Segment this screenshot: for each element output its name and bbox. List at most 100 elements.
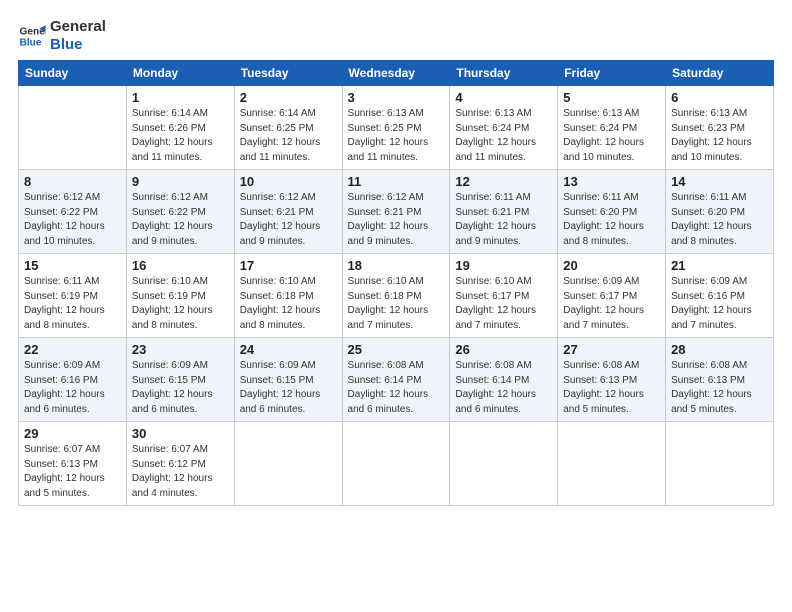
day-info: Sunrise: 6:12 AMSunset: 6:22 PMDaylight:… (132, 191, 229, 249)
weekday-monday: Monday (126, 61, 234, 86)
weekday-saturday: Saturday (666, 61, 774, 86)
calendar-cell: 23Sunrise: 6:09 AMSunset: 6:15 PMDayligh… (126, 338, 234, 422)
day-number: 19 (455, 258, 552, 273)
calendar-cell: 4 Sunrise: 6:13 AMSunset: 6:24 PMDaylight… (450, 86, 558, 170)
calendar-cell (19, 86, 127, 170)
day-info: Sunrise: 6:10 AMSunset: 6:19 PMDaylight:… (132, 275, 229, 333)
header: General Blue General Blue (18, 18, 774, 54)
day-number: 5 (563, 90, 660, 105)
day-number: 15 (24, 258, 121, 273)
weekday-sunday: Sunday (19, 61, 127, 86)
day-number: 4 (455, 90, 552, 105)
day-info: Sunrise: 6:11 AMSunset: 6:20 PMDaylight:… (563, 191, 660, 249)
day-info: Sunrise: 6:08 AMSunset: 6:13 PMDaylight:… (671, 359, 768, 417)
day-number: 16 (132, 258, 229, 273)
day-number: 25 (348, 342, 445, 357)
day-number: 2 (240, 90, 337, 105)
day-number: 10 (240, 174, 337, 189)
calendar-cell (666, 422, 774, 506)
day-number: 13 (563, 174, 660, 189)
day-number: 8 (24, 174, 121, 189)
day-number: 24 (240, 342, 337, 357)
day-info: Sunrise: 6:07 AMSunset: 6:13 PMDaylight:… (24, 443, 121, 501)
calendar-cell: 19 Sunrise: 6:10 AMSunset: 6:17 PMDayligh… (450, 254, 558, 338)
calendar-cell: 29 Sunrise: 6:07 AMSunset: 6:13 PMDayligh… (19, 422, 127, 506)
day-info: Sunrise: 6:13 AMSunset: 6:25 PMDaylight:… (348, 107, 445, 165)
day-info: Sunrise: 6:13 AMSunset: 6:24 PMDaylight:… (563, 107, 660, 165)
calendar-cell: 28 Sunrise: 6:08 AMSunset: 6:13 PMDayligh… (666, 338, 774, 422)
day-number: 26 (455, 342, 552, 357)
week-row-1: 1 Sunrise: 6:14 AMSunset: 6:26 PMDaylight… (19, 86, 774, 170)
day-info: Sunrise: 6:14 AMSunset: 6:25 PMDaylight:… (240, 107, 337, 165)
day-info: Sunrise: 6:09 AMSunset: 6:17 PMDaylight:… (563, 275, 660, 333)
day-info: Sunrise: 6:07 AMSunset: 6:12 PMDaylight:… (132, 443, 229, 501)
calendar-cell: 6 Sunrise: 6:13 AMSunset: 6:23 PMDaylight… (666, 86, 774, 170)
day-info: Sunrise: 6:14 AMSunset: 6:26 PMDaylight:… (132, 107, 229, 165)
svg-text:Blue: Blue (20, 37, 42, 48)
calendar-cell: 12Sunrise: 6:11 AMSunset: 6:21 PMDayligh… (450, 170, 558, 254)
calendar-cell (342, 422, 450, 506)
calendar-cell: 21 Sunrise: 6:09 AMSunset: 6:16 PMDayligh… (666, 254, 774, 338)
calendar-cell: 30Sunrise: 6:07 AMSunset: 6:12 PMDayligh… (126, 422, 234, 506)
calendar-cell: 27Sunrise: 6:08 AMSunset: 6:13 PMDayligh… (558, 338, 666, 422)
calendar-cell: 1 Sunrise: 6:14 AMSunset: 6:26 PMDaylight… (126, 86, 234, 170)
day-number: 12 (455, 174, 552, 189)
day-info: Sunrise: 6:12 AMSunset: 6:21 PMDaylight:… (240, 191, 337, 249)
calendar-cell: 14Sunrise: 6:11 AMSunset: 6:20 PMDayligh… (666, 170, 774, 254)
calendar-cell: 15 Sunrise: 6:11 AMSunset: 6:19 PMDayligh… (19, 254, 127, 338)
day-info: Sunrise: 6:09 AMSunset: 6:16 PMDaylight:… (671, 275, 768, 333)
weekday-header-row: SundayMondayTuesdayWednesdayThursdayFrid… (19, 61, 774, 86)
calendar-cell: 2 Sunrise: 6:14 AMSunset: 6:25 PMDaylight… (234, 86, 342, 170)
day-info: Sunrise: 6:08 AMSunset: 6:14 PMDaylight:… (455, 359, 552, 417)
calendar-cell: 16 Sunrise: 6:10 AMSunset: 6:19 PMDayligh… (126, 254, 234, 338)
day-info: Sunrise: 6:13 AMSunset: 6:23 PMDaylight:… (671, 107, 768, 165)
calendar-cell: 11Sunrise: 6:12 AMSunset: 6:21 PMDayligh… (342, 170, 450, 254)
week-row-3: 15 Sunrise: 6:11 AMSunset: 6:19 PMDayligh… (19, 254, 774, 338)
day-info: Sunrise: 6:12 AMSunset: 6:22 PMDaylight:… (24, 191, 121, 249)
day-number: 20 (563, 258, 660, 273)
calendar-cell: 26 Sunrise: 6:08 AMSunset: 6:14 PMDayligh… (450, 338, 558, 422)
day-number: 28 (671, 342, 768, 357)
calendar-cell (558, 422, 666, 506)
calendar-cell: 10 Sunrise: 6:12 AMSunset: 6:21 PMDayligh… (234, 170, 342, 254)
calendar-cell: 3 Sunrise: 6:13 AMSunset: 6:25 PMDaylight… (342, 86, 450, 170)
logo-line2: Blue (50, 36, 106, 54)
calendar-cell: 5 Sunrise: 6:13 AMSunset: 6:24 PMDaylight… (558, 86, 666, 170)
day-info: Sunrise: 6:10 AMSunset: 6:18 PMDaylight:… (240, 275, 337, 333)
weekday-wednesday: Wednesday (342, 61, 450, 86)
day-info: Sunrise: 6:09 AMSunset: 6:16 PMDaylight:… (24, 359, 121, 417)
calendar-cell (450, 422, 558, 506)
day-info: Sunrise: 6:11 AMSunset: 6:20 PMDaylight:… (671, 191, 768, 249)
calendar-cell (234, 422, 342, 506)
logo: General Blue General Blue (18, 18, 106, 54)
calendar-cell: 22Sunrise: 6:09 AMSunset: 6:16 PMDayligh… (19, 338, 127, 422)
day-number: 6 (671, 90, 768, 105)
day-info: Sunrise: 6:12 AMSunset: 6:21 PMDaylight:… (348, 191, 445, 249)
day-number: 27 (563, 342, 660, 357)
page-container: General Blue General Blue SundayMondayTu… (0, 0, 792, 516)
calendar-cell: 18 Sunrise: 6:10 AMSunset: 6:18 PMDayligh… (342, 254, 450, 338)
calendar-cell: 8 Sunrise: 6:12 AMSunset: 6:22 PMDaylight… (19, 170, 127, 254)
day-number: 18 (348, 258, 445, 273)
day-number: 3 (348, 90, 445, 105)
day-number: 29 (24, 426, 121, 441)
day-number: 21 (671, 258, 768, 273)
calendar-cell: 20 Sunrise: 6:09 AMSunset: 6:17 PMDayligh… (558, 254, 666, 338)
week-row-2: 8 Sunrise: 6:12 AMSunset: 6:22 PMDaylight… (19, 170, 774, 254)
day-info: Sunrise: 6:11 AMSunset: 6:19 PMDaylight:… (24, 275, 121, 333)
calendar-cell: 13 Sunrise: 6:11 AMSunset: 6:20 PMDayligh… (558, 170, 666, 254)
day-number: 1 (132, 90, 229, 105)
logo-icon: General Blue (18, 22, 46, 50)
day-info: Sunrise: 6:08 AMSunset: 6:14 PMDaylight:… (348, 359, 445, 417)
day-info: Sunrise: 6:13 AMSunset: 6:24 PMDaylight:… (455, 107, 552, 165)
day-info: Sunrise: 6:10 AMSunset: 6:18 PMDaylight:… (348, 275, 445, 333)
calendar-cell: 17Sunrise: 6:10 AMSunset: 6:18 PMDayligh… (234, 254, 342, 338)
week-row-5: 29 Sunrise: 6:07 AMSunset: 6:13 PMDayligh… (19, 422, 774, 506)
logo-line1: General (50, 18, 106, 36)
weekday-tuesday: Tuesday (234, 61, 342, 86)
calendar-cell: 9Sunrise: 6:12 AMSunset: 6:22 PMDaylight… (126, 170, 234, 254)
day-info: Sunrise: 6:10 AMSunset: 6:17 PMDaylight:… (455, 275, 552, 333)
weekday-friday: Friday (558, 61, 666, 86)
week-row-4: 22Sunrise: 6:09 AMSunset: 6:16 PMDayligh… (19, 338, 774, 422)
day-number: 23 (132, 342, 229, 357)
